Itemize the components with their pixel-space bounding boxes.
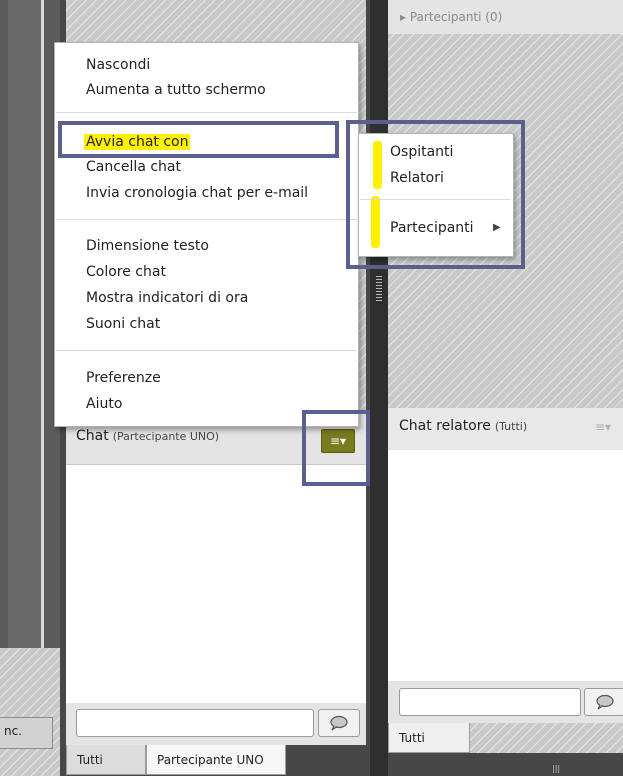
annotation-box-submenu — [346, 120, 525, 269]
menu-lines-icon: ≡▾ — [595, 420, 612, 434]
chat-tab-participant-uno[interactable]: Partecipante UNO — [146, 745, 286, 775]
expand-arrow-icon: ▸ — [400, 10, 410, 24]
resize-grip[interactable] — [376, 275, 382, 301]
menu-item-preferences[interactable]: Preferenze — [86, 370, 161, 386]
menu-item-chat-sounds[interactable]: Suoni chat — [86, 316, 160, 332]
presenter-chat-messages-area — [388, 450, 623, 681]
menu-item-text-size[interactable]: Dimensione testo — [86, 238, 209, 254]
menu-item-hide[interactable]: Nascondi — [86, 57, 150, 73]
menu-item-clear-chat[interactable]: Cancella chat — [86, 159, 181, 175]
speech-bubble-icon — [330, 715, 348, 731]
pod-divider — [370, 0, 388, 776]
presenter-chat-send-button[interactable] — [584, 688, 623, 716]
menu-item-email-history[interactable]: Invia cronologia chat per e-mail — [86, 185, 308, 201]
menu-separator — [56, 112, 357, 113]
participants-pod-title[interactable]: ▸ Partecipanti (0) — [400, 10, 502, 24]
presenter-chat-subtitle: (Tutti) — [494, 420, 528, 433]
menu-item-fullscreen[interactable]: Aumenta a tutto schermo — [86, 82, 266, 98]
presenter-chat-options-button[interactable]: ≡▾ — [595, 420, 611, 434]
menu-item-show-timestamps[interactable]: Mostra indicatori di ora — [86, 290, 248, 306]
chat-send-button[interactable] — [318, 709, 360, 737]
chat-title-text: Chat — [76, 428, 109, 444]
chat-tab-everyone[interactable]: Tutti — [66, 745, 146, 775]
presenter-chat-title: Chat relatore (Tutti) — [399, 418, 527, 434]
menu-separator — [56, 219, 357, 220]
menu-separator — [56, 350, 357, 351]
menu-item-help[interactable]: Aiuto — [86, 396, 122, 412]
annotation-box-options-button — [302, 410, 370, 486]
speech-bubble-icon — [596, 694, 614, 710]
presenter-chat-tab-everyone[interactable]: Tutti — [388, 723, 470, 753]
presenter-chat-title-text: Chat relatore — [399, 418, 491, 434]
chat-message-input[interactable] — [76, 709, 314, 737]
chat-pod-title: Chat (Partecipante UNO) — [76, 428, 219, 444]
bottom-bar — [388, 753, 623, 776]
left-panel-divider — [41, 0, 44, 648]
annotation-box-start-chat — [58, 121, 339, 158]
presenter-chat-input[interactable] — [399, 688, 581, 716]
left-tab-label: nc. — [4, 724, 23, 738]
chat-title-subtitle: (Partecipante UNO) — [112, 430, 220, 443]
menu-item-chat-color[interactable]: Colore chat — [86, 264, 166, 280]
bottom-grip-icon: ||| — [552, 764, 561, 773]
chat-messages-area — [66, 465, 366, 703]
left-panel-content — [8, 0, 42, 648]
left-panel-footer — [0, 648, 60, 776]
